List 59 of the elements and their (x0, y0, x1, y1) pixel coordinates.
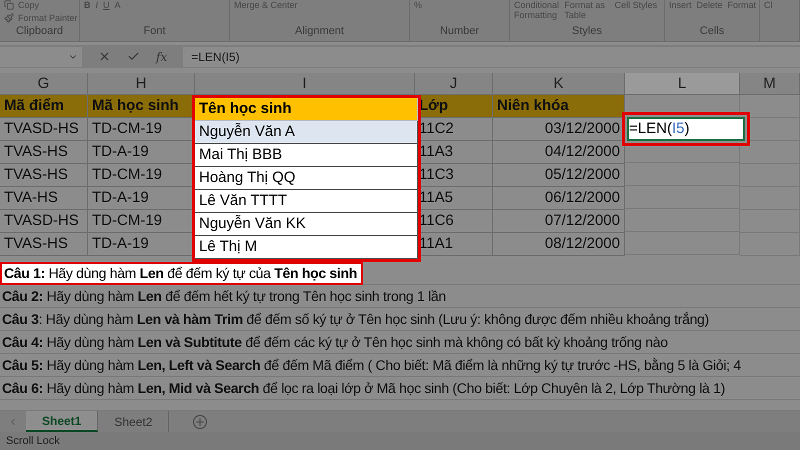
ribbon-group-label: Alignment (294, 24, 345, 38)
table-cell: 05/12/2000 (493, 164, 625, 188)
ribbon-button[interactable]: Cl (764, 0, 772, 10)
question-text: Câu 6: Hãy dùng hàm Len, Mid và Search để lọc ra loại lớp ở Mã học sinh (Cho biết: Lớp Chuyên là 2, Lớp Thường là 1) (1, 378, 726, 398)
ribbon-button[interactable]: Conditional Formatting (514, 0, 560, 20)
header-cell: Mã điểm (0, 95, 88, 118)
table-cell: Nguyễn Văn KK (195, 213, 418, 236)
header-cell: Tên học sinh (195, 98, 418, 122)
sheet-tab[interactable]: Sheet1 (26, 411, 98, 432)
column-header[interactable]: G (0, 73, 88, 96)
ribbon-button[interactable]: Format Painter (4, 13, 78, 23)
ribbon-group-label: Cells (698, 24, 726, 38)
ribbon-button[interactable]: Merge & Center (234, 0, 298, 10)
question-text: Câu 3: Hãy dùng hàm Len và hàm Trim để đếm số ký tự ở Tên học sinh (Lưu ý: không được đếm nhiều khoảng trắng) (1, 310, 710, 329)
table-cell: 06/12/2000 (493, 187, 625, 210)
ribbon-button[interactable]: Format (728, 0, 756, 10)
column-header[interactable]: K (493, 73, 625, 96)
ribbon-group-label: Clipboard (14, 24, 64, 39)
ribbon-group-label: Font (142, 24, 166, 38)
table-cell: 08/12/2000 (493, 233, 625, 256)
ribbon-button[interactable]: % (414, 0, 422, 10)
table-cell: TVAS-HS (0, 164, 88, 188)
table-cell: 07/12/2000 (493, 210, 625, 234)
table-cell: Hoàng Thị QQ (195, 167, 418, 190)
copy-icon (4, 0, 14, 10)
ribbon-group-label: Styles (571, 24, 603, 38)
question-text: Câu 1: Hãy dùng hàm Len để đếm ký tự của Tên học sinh (0, 262, 363, 285)
question-text: Câu 5: Hãy dùng hàm Len, Left và Search để đếm Mã điểm ( Cho biết: Mã điểm là những ký tự trước -HS, bằng 5 là Giỏi; 4 (1, 356, 742, 375)
column-header[interactable]: I (195, 73, 415, 96)
ribbon-group-label: Number (438, 24, 480, 38)
column-header[interactable]: H (88, 73, 195, 96)
ribbon-button[interactable]: Insert (669, 0, 692, 10)
table-cell: TVAS-HS (0, 141, 88, 164)
table-cell: TVASD-HS (0, 118, 88, 142)
paintbrush-icon (4, 13, 14, 23)
column-header[interactable]: J (415, 73, 493, 96)
table-cell: TVAS-HS (0, 233, 88, 256)
ribbon-button[interactable]: Delete (696, 0, 723, 10)
status-text: Scroll Lock (6, 434, 60, 449)
ribbon-button[interactable]: Copy (4, 0, 40, 10)
ribbon-button[interactable]: Cell Styles (614, 0, 660, 10)
table-cell: Lê Văn TTTT (195, 190, 418, 214)
empty-cell (740, 141, 800, 164)
table-cell: TVASD-HS (0, 210, 88, 234)
cancel-icon[interactable] (98, 50, 111, 64)
column-header[interactable]: L (625, 73, 740, 96)
table-cell: TVA-HS (0, 187, 88, 210)
active-cell[interactable]: =LEN(I5) (627, 117, 745, 142)
header-cell: Mã học sinh (88, 95, 195, 118)
column-header[interactable]: M (740, 73, 800, 96)
table-cell: Mai Thị BBB (195, 144, 418, 168)
function-button[interactable]: fx (156, 48, 168, 66)
header-cell: Niên khóa (493, 95, 625, 118)
table-cell: Lê Thị M (195, 236, 418, 260)
formula-field[interactable]: =LEN(I5) (183, 46, 800, 67)
table-cell: Nguyễn Văn A (195, 121, 418, 144)
question-text: Câu 2: Hãy dùng hàm Len để đếm hết ký tự trong Tên học sinh trong 1 lần (1, 286, 447, 306)
question-text: Câu 4: Hãy dùng hàm Len và Subtitute để đếm các ký tự ở Tên học sinh mà không có bất kỳ khoảng trống nào (1, 332, 669, 352)
add-sheet-icon[interactable] (193, 414, 208, 429)
